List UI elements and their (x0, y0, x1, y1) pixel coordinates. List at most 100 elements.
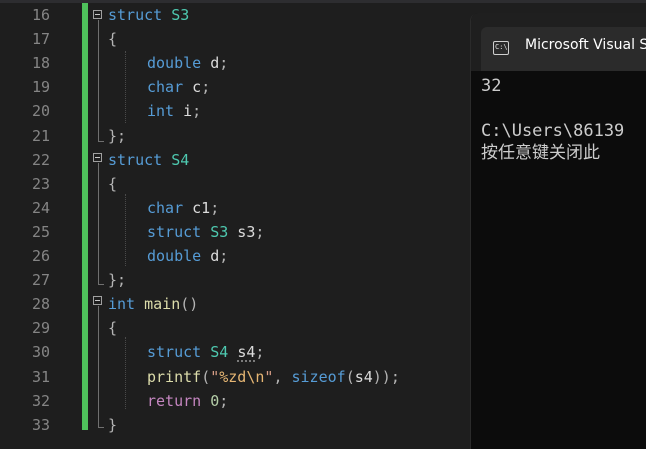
line-number: 30 (31, 343, 50, 361)
code-line[interactable]: }; (108, 124, 126, 148)
code-token: 0 (210, 392, 220, 410)
code-line[interactable]: int main() (108, 292, 198, 316)
fold-end-tick (98, 427, 104, 428)
line-number: 20 (31, 102, 50, 120)
code-token: char (147, 78, 184, 96)
code-token: double (147, 247, 202, 265)
console-titlebar[interactable]: C:\ Microsoft Visual S (471, 13, 646, 71)
code-token: i (174, 102, 193, 120)
code-token: S3 (210, 223, 229, 241)
code-token: ( (201, 368, 211, 386)
code-token: int (147, 102, 175, 120)
code-token: double (147, 54, 202, 72)
console-window[interactable]: C:\ Microsoft Visual S 32 C:\Users\86139… (470, 13, 646, 449)
code-line[interactable]: char c; (108, 75, 210, 99)
fold-collapse-icon[interactable] (93, 153, 102, 162)
line-number: 31 (31, 368, 50, 386)
code-token: c1 (183, 199, 211, 217)
code-token: struct (108, 151, 163, 169)
editor-top-border (0, 0, 646, 3)
terminal-icon: C:\ (493, 41, 509, 55)
code-token: ; (255, 343, 265, 361)
line-number: 27 (31, 271, 50, 289)
code-token: main (144, 295, 181, 313)
code-token: s4 (237, 343, 256, 361)
code-token: sizeof (291, 368, 346, 386)
code-token: s4 (354, 368, 373, 386)
code-token: S3 (171, 6, 190, 24)
line-number: 29 (31, 319, 50, 337)
code-line[interactable]: } (108, 413, 117, 437)
line-number: 28 (31, 295, 50, 313)
code-line[interactable]: double d; (108, 244, 228, 268)
line-number: 25 (31, 223, 50, 241)
console-output-line: 32 (481, 76, 502, 96)
code-line[interactable]: printf("%zd\n", sizeof(s4)); (108, 365, 400, 389)
code-token: struct (147, 343, 202, 361)
code-token: () (180, 295, 199, 313)
fold-end-tick (98, 141, 104, 142)
line-number: 21 (31, 127, 50, 145)
line-number: 32 (31, 392, 50, 410)
code-token: { (108, 319, 118, 337)
code-line[interactable]: { (108, 316, 117, 340)
line-number: 16 (31, 6, 50, 24)
code-token: S4 (171, 151, 190, 169)
line-number: 33 (31, 416, 50, 434)
fold-collapse-icon[interactable] (93, 296, 102, 305)
line-number: 22 (31, 151, 50, 169)
code-line[interactable]: return 0; (108, 389, 228, 413)
code-token: )); (372, 368, 400, 386)
fold-end-tick (98, 284, 104, 285)
code-token: S4 (210, 343, 229, 361)
code-line[interactable]: char c1; (108, 196, 219, 220)
code-token: struct (147, 223, 202, 241)
fold-range-line (98, 306, 99, 428)
line-number: 17 (31, 30, 50, 48)
code-token: d (201, 247, 220, 265)
code-token: ; (219, 54, 229, 72)
code-line[interactable]: { (108, 172, 117, 196)
change-tracking-bar (82, 3, 88, 430)
code-token: printf (147, 368, 202, 386)
code-token: }; (108, 271, 127, 289)
code-token: ( (345, 368, 355, 386)
line-number: 24 (31, 199, 50, 217)
code-token: ; (255, 223, 265, 241)
code-token: { (108, 30, 118, 48)
code-token: } (108, 416, 118, 434)
code-line[interactable]: struct S3 s3; (108, 220, 264, 244)
fold-collapse-icon[interactable] (93, 10, 102, 19)
code-line[interactable]: double d; (108, 51, 228, 75)
code-token: ; (219, 247, 229, 265)
code-line[interactable]: int i; (108, 99, 201, 123)
code-token: d (201, 54, 220, 72)
code-line[interactable]: { (108, 27, 117, 51)
code-token: ; (201, 78, 211, 96)
line-number: 18 (31, 54, 50, 72)
console-tab-title: Microsoft Visual S (525, 37, 646, 53)
console-output-line: C:\Users\86139 (481, 121, 625, 141)
code-token: ; (210, 199, 220, 217)
code-token: ; (219, 392, 229, 410)
code-line[interactable]: }; (108, 268, 126, 292)
code-token: }; (108, 127, 127, 145)
line-number: 23 (31, 175, 50, 193)
code-line[interactable]: struct S4 s4; (108, 340, 264, 364)
code-token: %zd\n (219, 368, 265, 386)
code-line[interactable]: struct S3 (108, 3, 189, 27)
line-number: 19 (31, 78, 50, 96)
code-token: , (273, 368, 292, 386)
console-tab[interactable]: C:\ Microsoft Visual S (481, 27, 646, 71)
line-number: 26 (31, 247, 50, 265)
code-token: ; (192, 102, 202, 120)
code-line[interactable]: struct S4 (108, 148, 189, 172)
code-token: c (183, 78, 202, 96)
console-output-line: 按任意键关闭此 (481, 143, 600, 163)
